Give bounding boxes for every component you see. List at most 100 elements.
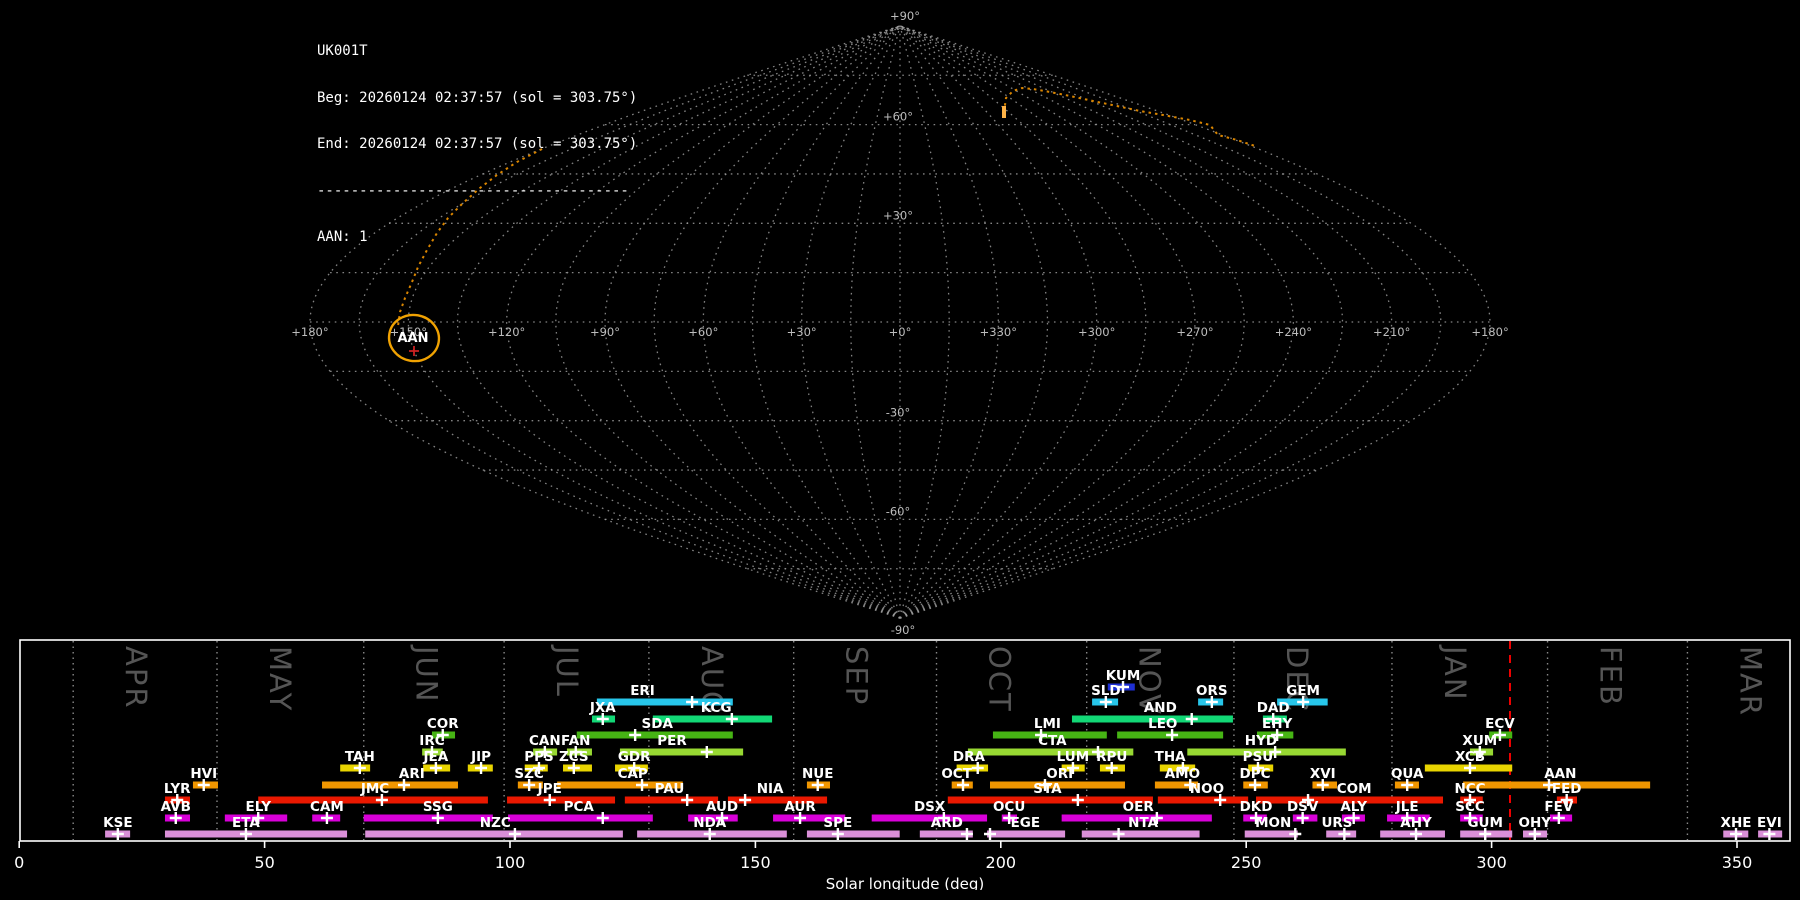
shower-label-DKD: DKD xyxy=(1240,799,1273,815)
shower-label-KUM: KUM xyxy=(1106,668,1141,684)
grid-meridian xyxy=(899,25,1344,619)
shower-label-AND: AND xyxy=(1144,700,1177,716)
grid-lon-label: +180° xyxy=(1471,325,1508,339)
grid-lat-label: +60° xyxy=(883,110,913,124)
grid-lon-label: +210° xyxy=(1373,325,1410,339)
shower-bar-EGE xyxy=(987,830,1066,838)
grid-meridian xyxy=(751,25,901,619)
shower-label-GDR: GDR xyxy=(618,749,651,765)
shower-label-LMI: LMI xyxy=(1034,716,1061,732)
shower-label-SLD: SLD xyxy=(1091,683,1121,699)
grid-lon-label: +120° xyxy=(488,325,525,339)
month-label-may: MAY xyxy=(263,646,297,712)
shower-label-PAU: PAU xyxy=(655,781,685,797)
shower-bar-SDA xyxy=(576,731,733,739)
shower-label-SPE: SPE xyxy=(823,815,852,831)
shower-label-XUM: XUM xyxy=(1462,733,1497,749)
sky-map: +180° +150° +120° +90° +60° +30° +0° +330° +300°… xyxy=(291,9,1508,637)
shower-peak-marker-PER xyxy=(700,746,713,758)
month-label-mar: MAR xyxy=(1733,646,1767,717)
shower-label-JXA: JXA xyxy=(589,700,616,716)
shower-label-ELY: ELY xyxy=(245,799,271,815)
grid-lon-label: +90° xyxy=(590,325,620,339)
shower-label-XVI: XVI xyxy=(1310,766,1336,782)
shower-label-NCC: NCC xyxy=(1454,781,1485,797)
camera-id: UK001T xyxy=(317,43,368,59)
trajectory-start-dash xyxy=(1002,106,1006,118)
header-info: UK001T Beg: 20260124 02:37:57 (sol = 303… xyxy=(317,13,637,277)
grid-lon-label: +300° xyxy=(1078,325,1115,339)
shower-bar-JMC xyxy=(258,796,488,804)
shower-label-JMC: JMC xyxy=(360,781,389,797)
shower-label-AUD: AUD xyxy=(706,799,738,815)
shower-peak-marker-SDA xyxy=(629,729,642,741)
shower-label-QUA: QUA xyxy=(1391,766,1424,782)
shower-label-NIA: NIA xyxy=(757,781,784,797)
north-pole-label: +90° xyxy=(890,9,920,23)
radiant-code-label: AAN xyxy=(397,331,428,346)
shower-label-AUR: AUR xyxy=(784,799,816,815)
shower-label-ORS: ORS xyxy=(1196,683,1228,699)
shower-peak-marker-STA xyxy=(1071,794,1084,806)
grid-lon-label: +0° xyxy=(889,325,912,339)
shower-label-NZC: NZC xyxy=(480,815,511,831)
grid-lon-label: +330° xyxy=(980,325,1017,339)
x-axis-title: Solar longitude (deg) xyxy=(826,875,984,890)
shower-label-KSE: KSE xyxy=(103,815,132,831)
shower-label-COM: COM xyxy=(1337,781,1372,797)
shower-label-OER: OER xyxy=(1123,799,1155,815)
shower-label-CAN: CAN xyxy=(529,733,561,749)
shower-label-OCU: OCU xyxy=(993,799,1025,815)
separator-line: ------------------------------------- xyxy=(317,182,629,199)
shower-label-COR: COR xyxy=(427,716,459,732)
shower-bar-SSG xyxy=(363,814,493,822)
month-label-sep: SEP xyxy=(840,646,874,706)
shower-label-JIP: JIP xyxy=(470,749,491,765)
month-label-apr: APR xyxy=(119,646,153,709)
shower-label-DSX: DSX xyxy=(914,799,946,815)
shower-label-PER: PER xyxy=(657,733,687,749)
shower-label-STA: STA xyxy=(1033,781,1062,797)
begin-time: Beg: 20260124 02:37:57 (sol = 303.75°) xyxy=(317,89,638,106)
month-label-jun: JUN xyxy=(410,644,444,703)
month-label-jul: JUL xyxy=(550,644,584,698)
grid-meridian xyxy=(899,25,1245,619)
shower-peak-marker-EGE xyxy=(984,828,997,840)
shower-label-TAH: TAH xyxy=(345,749,375,765)
shower-label-SSG: SSG xyxy=(423,799,453,815)
shower-bar-NOO xyxy=(1157,796,1249,804)
shower-bar-SPE xyxy=(806,830,900,838)
shower-label-SDA: SDA xyxy=(642,716,674,732)
shower-label-HVI: HVI xyxy=(190,766,217,782)
shower-label-ECV: ECV xyxy=(1485,716,1515,732)
shower-count: AAN: 1 xyxy=(317,229,368,245)
shower-label-ARI: ARI xyxy=(399,766,425,782)
shower-bar-DSX xyxy=(871,814,988,822)
shower-label-FED: FED xyxy=(1552,781,1582,797)
month-label-jan: JAN xyxy=(1438,644,1472,702)
grid-lon-label: +60° xyxy=(688,325,718,339)
shower-label-LYR: LYR xyxy=(164,781,191,797)
grid-lat-label: -60° xyxy=(886,504,911,518)
shower-label-FEV: FEV xyxy=(1544,799,1573,815)
month-label-feb: FEB xyxy=(1594,646,1628,707)
x-tick-label: 100 xyxy=(495,853,526,872)
shower-label-DSV: DSV xyxy=(1287,799,1319,815)
shower-label-OCT: OCT xyxy=(941,766,972,782)
meteor-shower-app: +180° +150° +120° +90° +60° +30° +0° +330° +300°… xyxy=(0,0,1800,900)
end-time: End: 20260124 02:37:57 (sol = 303.75°) xyxy=(317,136,638,152)
shower-label-NUE: NUE xyxy=(802,766,833,782)
x-tick-label: 250 xyxy=(1231,853,1262,872)
shower-label-LUM: LUM xyxy=(1057,749,1090,765)
shower-bar-PAU xyxy=(624,796,719,804)
shower-label-PSU: PSU xyxy=(1243,749,1274,765)
shower-label-THA: THA xyxy=(1155,749,1187,765)
shower-peak-marker-NIA xyxy=(739,794,752,806)
shower-bar-NTA xyxy=(1081,830,1200,838)
radiant-peak-marker xyxy=(409,346,419,356)
grid-lon-label: +270° xyxy=(1176,325,1213,339)
shower-label-AVB: AVB xyxy=(161,799,191,815)
shower-bar-JPE xyxy=(507,796,616,804)
shower-label-DRA: DRA xyxy=(953,749,986,765)
shower-label-XHE: XHE xyxy=(1721,815,1752,831)
